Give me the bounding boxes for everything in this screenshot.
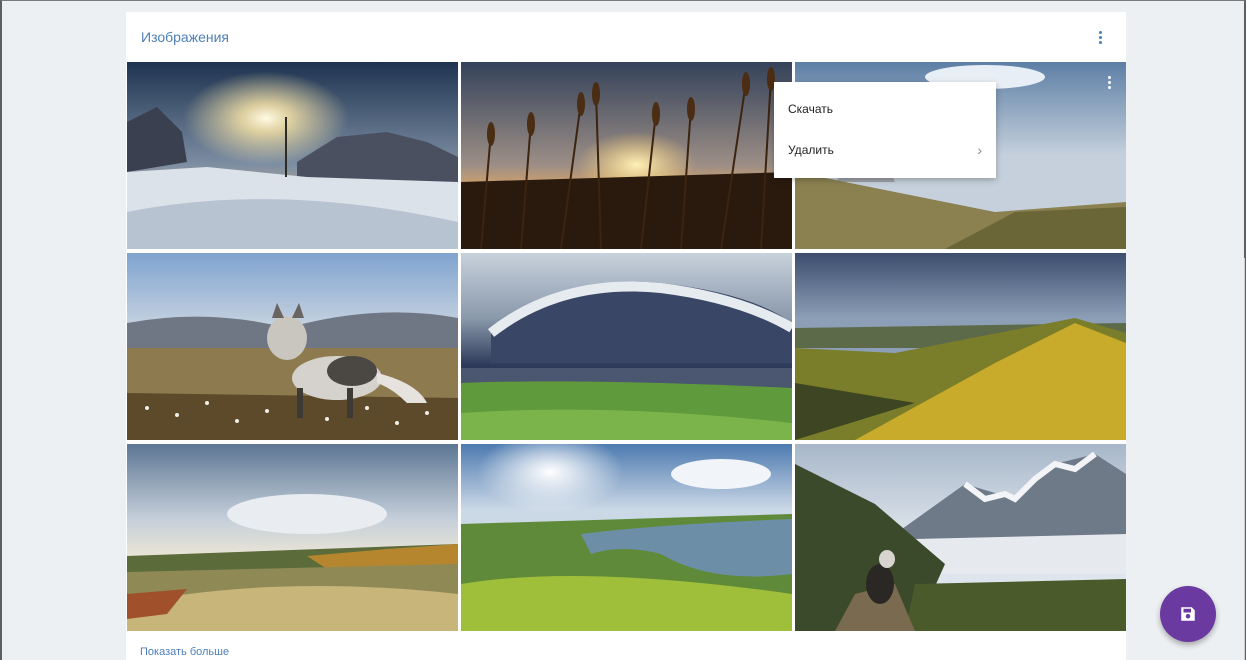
image-tile[interactable] <box>461 444 792 631</box>
image-tile[interactable] <box>127 444 458 631</box>
landscape-image <box>461 444 792 631</box>
animal-image <box>795 444 1126 631</box>
save-icon <box>1181 607 1195 621</box>
menu-item-download[interactable]: Скачать <box>774 88 996 129</box>
image-tile[interactable] <box>795 253 1126 440</box>
image-tile[interactable] <box>127 62 458 249</box>
menu-item-label: Удалить <box>788 142 834 157</box>
more-vert-icon[interactable] <box>1090 25 1110 49</box>
show-more-link[interactable]: Показать больше <box>140 646 229 658</box>
landscape-image <box>461 253 792 440</box>
card-title: Изображения <box>141 29 229 45</box>
animal-image <box>127 253 458 440</box>
save-button[interactable] <box>1160 586 1216 642</box>
chevron-right-icon: › <box>977 141 982 158</box>
divider <box>1244 258 1245 660</box>
landscape-image <box>127 62 458 249</box>
image-tile[interactable] <box>461 62 792 249</box>
image-tile[interactable] <box>127 253 458 440</box>
landscape-image <box>127 444 458 631</box>
card-header: Изображения <box>126 12 1126 62</box>
menu-item-label: Скачать <box>788 101 833 116</box>
landscape-image <box>795 253 1126 440</box>
image-tile[interactable] <box>461 253 792 440</box>
menu-item-delete[interactable]: Удалить › <box>774 129 996 170</box>
landscape-image <box>461 62 792 249</box>
more-vert-icon[interactable] <box>1104 72 1114 92</box>
image-context-menu: Скачать Удалить › <box>774 82 996 178</box>
image-tile[interactable] <box>795 444 1126 631</box>
